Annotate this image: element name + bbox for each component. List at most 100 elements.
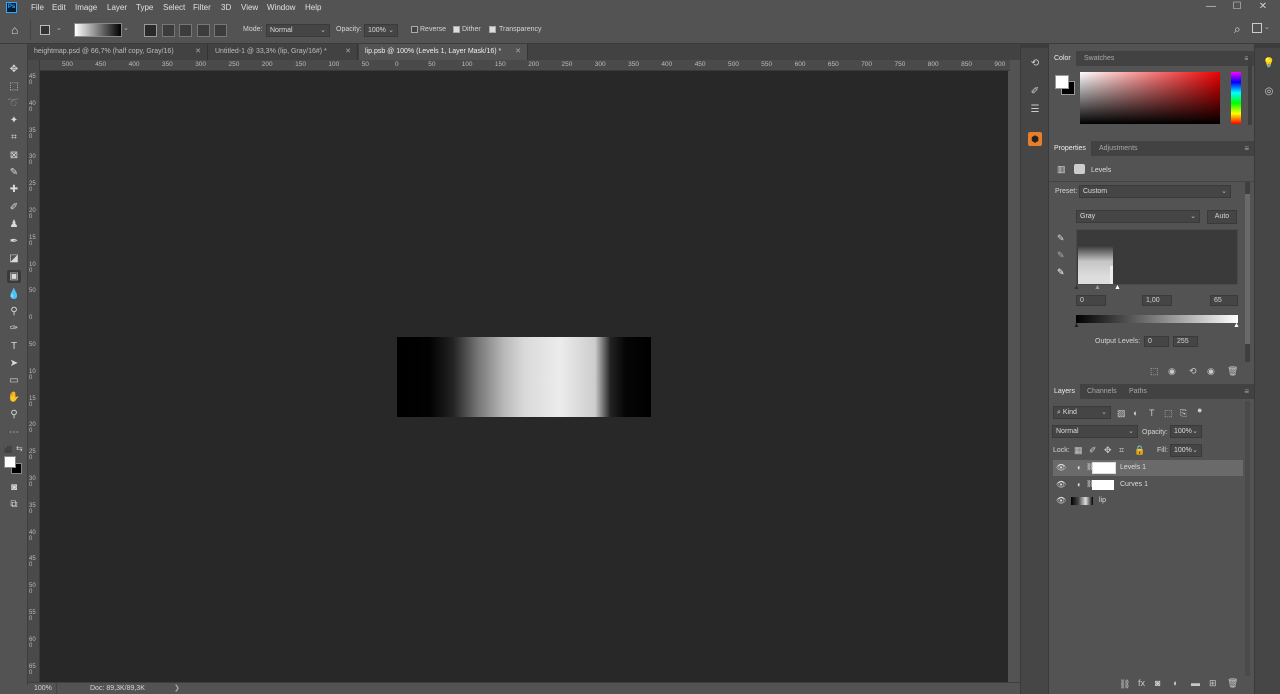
layer-row-lip[interactable]: 👁 lip (1053, 493, 1243, 509)
filter-toggle-icon[interactable]: ● (1197, 405, 1202, 415)
menu-help[interactable]: Help (305, 3, 321, 12)
menu-select[interactable]: Select (163, 3, 185, 12)
foreground-color-swatch[interactable] (4, 456, 16, 468)
new-group-icon[interactable]: ▬ (1191, 678, 1200, 688)
blend-mode-dropdown[interactable]: Normal ⌄ (1052, 425, 1138, 438)
chevron-down-icon[interactable]: ⌄ (123, 24, 129, 32)
clip-to-layer-icon[interactable]: ⬚ (1150, 366, 1159, 377)
auto-button[interactable]: Auto (1207, 210, 1237, 224)
panel-menu-icon[interactable]: ≡ (1244, 387, 1249, 396)
hand-tool-icon[interactable]: ✋ (7, 391, 21, 404)
panel-scrollbar[interactable] (1248, 55, 1252, 125)
panel-menu-icon[interactable]: ≡ (1244, 144, 1249, 153)
linear-gradient-button[interactable] (144, 24, 157, 37)
menu-file[interactable]: File (31, 3, 44, 12)
input-black-field[interactable]: 0 (1076, 295, 1106, 306)
type-tool-icon[interactable]: T (7, 340, 21, 353)
delete-layer-icon[interactable]: 🗑 (1227, 678, 1238, 689)
tab-heightmap[interactable]: heightmap.psd @ 66,7% (half copy, Gray/1… (28, 44, 208, 60)
marquee-tool-icon[interactable]: ⬚ (7, 80, 21, 93)
scroll-thumb[interactable] (1245, 194, 1250, 344)
gradient-picker[interactable] (74, 23, 122, 37)
pen-tool-icon[interactable]: ✑ (7, 322, 21, 335)
chevron-down-icon[interactable]: ⌄ (56, 24, 62, 32)
diamond-gradient-button[interactable] (214, 24, 227, 37)
shape-filter-icon[interactable]: ⬚ (1164, 408, 1173, 419)
document-image[interactable] (397, 337, 651, 417)
tab-adjustments[interactable]: Adjustments (1094, 141, 1143, 156)
layers-scrollbar[interactable] (1245, 401, 1250, 676)
close-icon[interactable]: ✕ (195, 44, 201, 60)
eye-icon[interactable]: 👁 (1056, 493, 1066, 509)
lock-artboard-icon[interactable]: ⌗ (1119, 445, 1124, 456)
libraries-icon[interactable]: ◎ (1261, 86, 1277, 100)
frame-tool-icon[interactable]: ⊠ (7, 149, 21, 162)
lock-image-icon[interactable]: ✐ (1089, 445, 1097, 456)
home-icon[interactable]: ⌂ (11, 23, 18, 37)
layer-row-levels-1[interactable]: 👁 ◐ ⛓ Levels 1 (1053, 460, 1243, 476)
status-menu-arrow[interactable]: ❯ (174, 684, 180, 692)
visibility-icon[interactable]: ◉ (1207, 366, 1215, 377)
color-field[interactable] (1080, 72, 1220, 124)
history-icon[interactable]: ⟲ (1027, 58, 1043, 72)
tab-layers[interactable]: Layers (1049, 384, 1081, 399)
layer-style-icon[interactable]: fx (1138, 678, 1145, 688)
output-black-field[interactable]: 0 (1144, 336, 1169, 347)
crop-tool-icon[interactable]: ⌗ (7, 131, 21, 144)
gradient-tool-icon[interactable]: ▣ (7, 270, 21, 283)
chevron-down-icon[interactable]: ⌄ (1264, 23, 1270, 31)
angle-gradient-button[interactable] (179, 24, 192, 37)
fill-field[interactable]: 100% ⌄ (1170, 444, 1202, 457)
default-colors-icon[interactable]: ⬛ (4, 446, 13, 454)
input-white-field[interactable]: 65 (1210, 295, 1238, 306)
history-brush-tool-icon[interactable]: ✒ (7, 235, 21, 248)
tab-channels[interactable]: Channels (1082, 384, 1122, 399)
clone-stamp-tool-icon[interactable]: ♟ (7, 218, 21, 231)
tab-lip[interactable]: lip.psb @ 100% (Levels 1, Layer Mask/16)… (359, 44, 528, 60)
layer-thumbnail[interactable] (1071, 497, 1093, 505)
lasso-tool-icon[interactable]: ➰ (7, 97, 21, 110)
tab-color[interactable]: Color (1049, 51, 1076, 66)
rectangle-tool-icon[interactable]: ▭ (7, 374, 21, 387)
smart-object-filter-icon[interactable]: ⎘ (1180, 408, 1187, 419)
plugin-icon[interactable]: ⬢ (1028, 132, 1042, 146)
dodge-tool-icon[interactable]: ⚲ (7, 305, 21, 318)
eye-icon[interactable]: 👁 (1056, 460, 1066, 476)
blur-tool-icon[interactable]: 💧 (7, 288, 21, 301)
reverse-checkbox[interactable] (411, 26, 418, 33)
menu-type[interactable]: Type (136, 3, 153, 12)
input-black-slider[interactable]: ▲ (1073, 284, 1080, 291)
screen-mode-icon[interactable]: ⧉ (7, 498, 21, 511)
tab-paths[interactable]: Paths (1124, 384, 1152, 399)
menu-image[interactable]: Image (75, 3, 97, 12)
input-gamma-slider[interactable]: ▲ (1094, 284, 1101, 291)
pixel-filter-icon[interactable]: ▨ (1117, 408, 1126, 419)
close-window-button[interactable]: ✕ (1254, 1, 1272, 12)
menu-edit[interactable]: Edit (52, 3, 66, 12)
layer-filter-dropdown[interactable]: ⌕ Kind ⌄ (1053, 406, 1111, 419)
mode-dropdown[interactable]: Normal ⌄ (266, 24, 330, 37)
reflected-gradient-button[interactable] (197, 24, 210, 37)
output-white-slider[interactable]: ▲ (1233, 322, 1240, 329)
quick-mask-icon[interactable]: ◙ (7, 481, 21, 494)
foreground-color-chip[interactable] (1055, 75, 1069, 89)
search-icon[interactable]: ⌕ (1234, 22, 1241, 37)
layer-row-curves-1[interactable]: 👁 ◐ ⛓ Curves 1 (1053, 477, 1243, 493)
tab-properties[interactable]: Properties (1049, 141, 1091, 156)
eye-icon[interactable]: 👁 (1056, 477, 1066, 493)
menu-window[interactable]: Window (267, 3, 295, 12)
lock-all-icon[interactable]: 🔒 (1134, 445, 1145, 456)
adjustment-filter-icon[interactable]: ◐ (1133, 408, 1138, 418)
tool-preset-icon[interactable] (40, 25, 50, 35)
move-tool-icon[interactable]: ✥ (7, 63, 21, 76)
properties-scrollbar[interactable] (1245, 182, 1250, 362)
brush-tool-icon[interactable]: ✐ (7, 201, 21, 214)
link-layers-icon[interactable]: ⛓ (1119, 679, 1130, 690)
zoom-level[interactable]: 100% (34, 685, 52, 692)
output-white-field[interactable]: 255 (1173, 336, 1198, 347)
lock-position-icon[interactable]: ✥ (1104, 445, 1112, 456)
menu-filter[interactable]: Filter (193, 3, 211, 12)
layer-mask-icon[interactable] (1074, 164, 1085, 174)
black-eyedropper-icon[interactable]: ✎ (1057, 233, 1065, 244)
channel-dropdown[interactable]: Gray ⌄ (1076, 210, 1200, 223)
